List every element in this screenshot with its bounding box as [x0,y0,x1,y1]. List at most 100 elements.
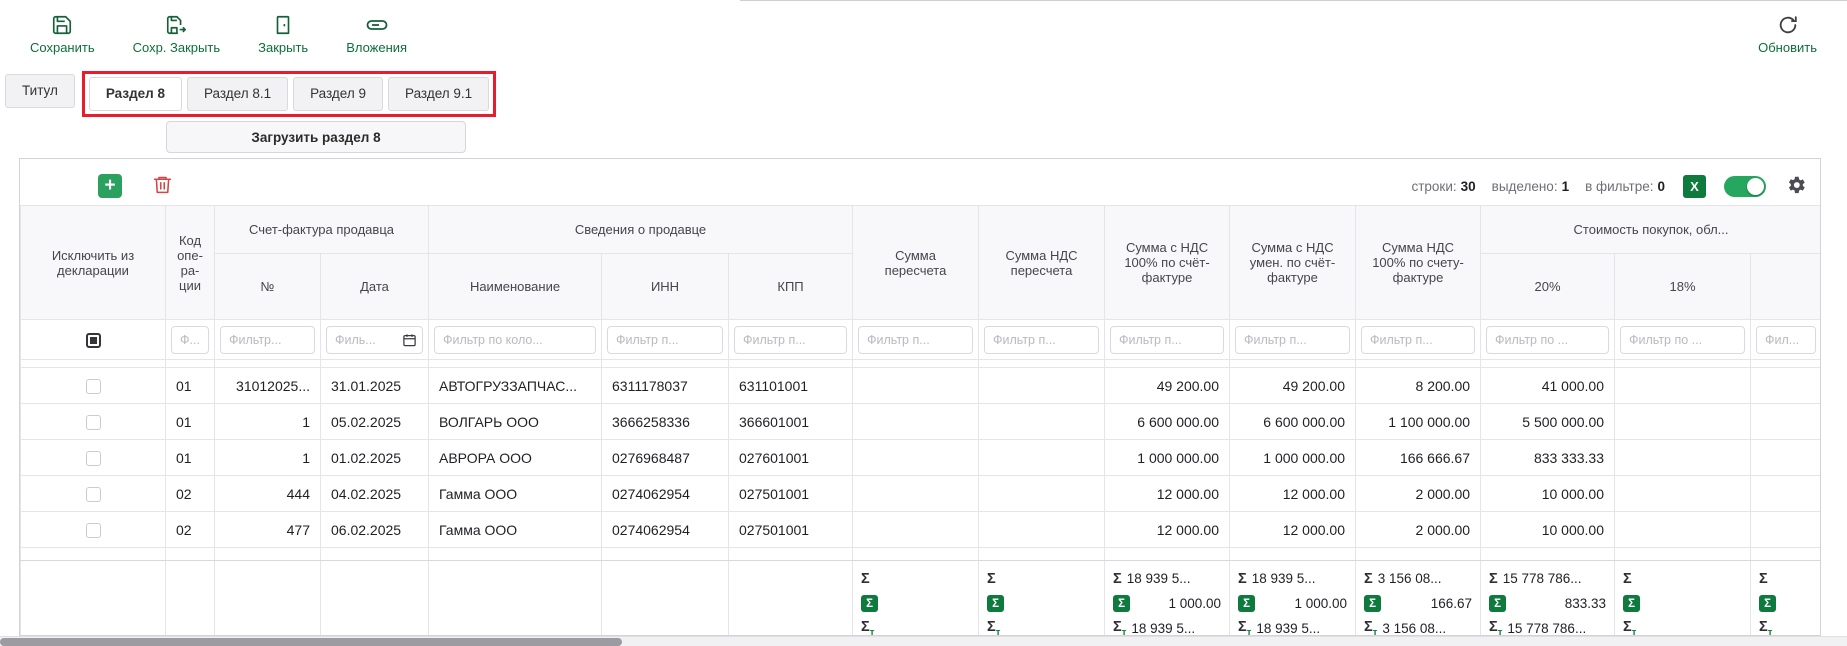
cell-vat_100[interactable]: 1 100 000.00 [1356,404,1481,440]
cell-number[interactable]: 1 [215,404,321,440]
toggle-switch[interactable] [1724,176,1766,197]
cell-p20[interactable]: 41 000.00 [1481,368,1615,404]
cell-code[interactable]: 01 [166,404,215,440]
col-header-vat-recalc[interactable]: Сумма НДС пересчета [979,206,1105,320]
col-header-code[interactable]: Код опе-ра-ции [166,206,215,320]
cell-sum_recalc[interactable] [853,404,979,440]
cell-name[interactable]: АВРОРА ООО [429,440,602,476]
row-checkbox[interactable] [86,415,101,430]
filter-input-inn[interactable] [607,326,723,354]
cell-inn[interactable]: 6311178037 [602,368,729,404]
cell-vat_recalc[interactable] [979,368,1105,404]
cell-p18[interactable] [1615,476,1751,512]
cell-date[interactable]: 05.02.2025 [321,404,429,440]
cell-vat_100[interactable]: 2 000.00 [1356,476,1481,512]
col-header-date[interactable]: Дата [321,254,429,320]
tab-titul[interactable]: Титул [5,74,75,108]
horizontal-scrollbar[interactable] [0,636,1847,646]
filter-input-sum-vat-reduced[interactable] [1235,326,1350,354]
col-header-number[interactable]: № [215,254,321,320]
filter-input-p-last[interactable] [1756,326,1816,354]
col-header-p20[interactable]: 20% [1481,254,1615,320]
cell-date[interactable]: 31.01.2025 [321,368,429,404]
cell-number[interactable]: 1 [215,440,321,476]
tab-section-8-1[interactable]: Раздел 8.1 [187,77,288,111]
col-header-sum-recalc[interactable]: Сумма пересчета [853,206,979,320]
cell-date[interactable]: 04.02.2025 [321,476,429,512]
cell-sum_vat_100[interactable]: 6 600 000.00 [1105,404,1230,440]
cell-name[interactable]: АВТОГРУЗЗАПЧАС... [429,368,602,404]
cell-sum_vat_100[interactable]: 49 200.00 [1105,368,1230,404]
cell-p20[interactable]: 833 333.33 [1481,440,1615,476]
col-header-inn[interactable]: ИНН [602,254,729,320]
cell-p_last[interactable] [1751,440,1820,476]
col-header-kpp[interactable]: КПП [729,254,853,320]
col-header-sum-vat-reduced[interactable]: Сумма с НДС умен. по счёт-фактуре [1230,206,1356,320]
col-header-p18[interactable]: 18% [1615,254,1751,320]
save-button[interactable]: Сохранить [30,13,95,55]
cell-sum_vat_reduced[interactable]: 6 600 000.00 [1230,404,1356,440]
cell-code[interactable]: 02 [166,512,215,548]
cell-vat_100[interactable]: 8 200.00 [1356,368,1481,404]
cell-number[interactable]: 444 [215,476,321,512]
cell-inn[interactable]: 3666258336 [602,404,729,440]
cell-vat_recalc[interactable] [979,440,1105,476]
cell-sum_vat_reduced[interactable]: 12 000.00 [1230,476,1356,512]
cell-p_last[interactable] [1751,476,1820,512]
load-section-button[interactable]: Загрузить раздел 8 [166,121,466,153]
cell-p18[interactable] [1615,368,1751,404]
cell-sum_recalc[interactable] [853,512,979,548]
attachments-button[interactable]: Вложения [346,13,407,55]
cell-inn[interactable]: 0274062954 [602,512,729,548]
cell-sum_vat_reduced[interactable]: 1 000 000.00 [1230,440,1356,476]
cell-vat_recalc[interactable] [979,404,1105,440]
cell-p_last[interactable] [1751,368,1820,404]
filter-input-code[interactable] [171,326,209,354]
cell-sum_recalc[interactable] [853,476,979,512]
save-close-button[interactable]: Сохр. Закрыть [133,13,221,55]
cell-inn[interactable]: 0276968487 [602,440,729,476]
filter-input-sum-recalc[interactable] [858,326,973,354]
cell-vat_100[interactable]: 2 000.00 [1356,512,1481,548]
cell-name[interactable]: Гамма ООО [429,512,602,548]
cell-inn[interactable]: 0274062954 [602,476,729,512]
cell-p18[interactable] [1615,404,1751,440]
row-checkbox[interactable] [86,487,101,502]
cell-date[interactable]: 01.02.2025 [321,440,429,476]
cell-sum_vat_reduced[interactable]: 49 200.00 [1230,368,1356,404]
filter-input-vat-recalc[interactable] [984,326,1099,354]
cell-sum_vat_100[interactable]: 12 000.00 [1105,476,1230,512]
refresh-button[interactable]: Обновить [1758,13,1817,55]
close-button[interactable]: Закрыть [258,13,308,55]
cell-kpp[interactable]: 027501001 [729,476,853,512]
scrollbar-thumb[interactable] [0,638,622,646]
cell-p18[interactable] [1615,512,1751,548]
filter-input-p18[interactable] [1620,326,1745,354]
cell-vat_100[interactable]: 166 666.67 [1356,440,1481,476]
cell-sum_vat_100[interactable]: 1 000 000.00 [1105,440,1230,476]
filter-input-kpp[interactable] [734,326,847,354]
filter-input-number[interactable] [220,326,315,354]
cell-sum_recalc[interactable] [853,440,979,476]
tab-section-9-1[interactable]: Раздел 9.1 [388,77,489,111]
cell-vat_recalc[interactable] [979,512,1105,548]
cell-code[interactable]: 02 [166,476,215,512]
cell-name[interactable]: ВОЛГАРЬ ООО [429,404,602,440]
cell-number[interactable]: 31012025... [215,368,321,404]
add-row-button[interactable]: + [98,174,122,198]
col-header-vat-100[interactable]: Сумма НДС 100% по счету-фактуре [1356,206,1481,320]
filter-input-sum-vat-100[interactable] [1110,326,1224,354]
col-header-exclude[interactable]: Исключить из декларации [21,206,166,320]
cell-number[interactable]: 477 [215,512,321,548]
cell-code[interactable]: 01 [166,440,215,476]
cell-p18[interactable] [1615,440,1751,476]
cell-p20[interactable]: 10 000.00 [1481,476,1615,512]
row-checkbox[interactable] [86,451,101,466]
cell-kpp[interactable]: 631101001 [729,368,853,404]
cell-kpp[interactable]: 366601001 [729,404,853,440]
cell-name[interactable]: Гамма ООО [429,476,602,512]
row-checkbox[interactable] [86,379,101,394]
excel-export-button[interactable]: X [1683,175,1706,198]
tab-section-8[interactable]: Раздел 8 [89,77,182,111]
cell-date[interactable]: 06.02.2025 [321,512,429,548]
